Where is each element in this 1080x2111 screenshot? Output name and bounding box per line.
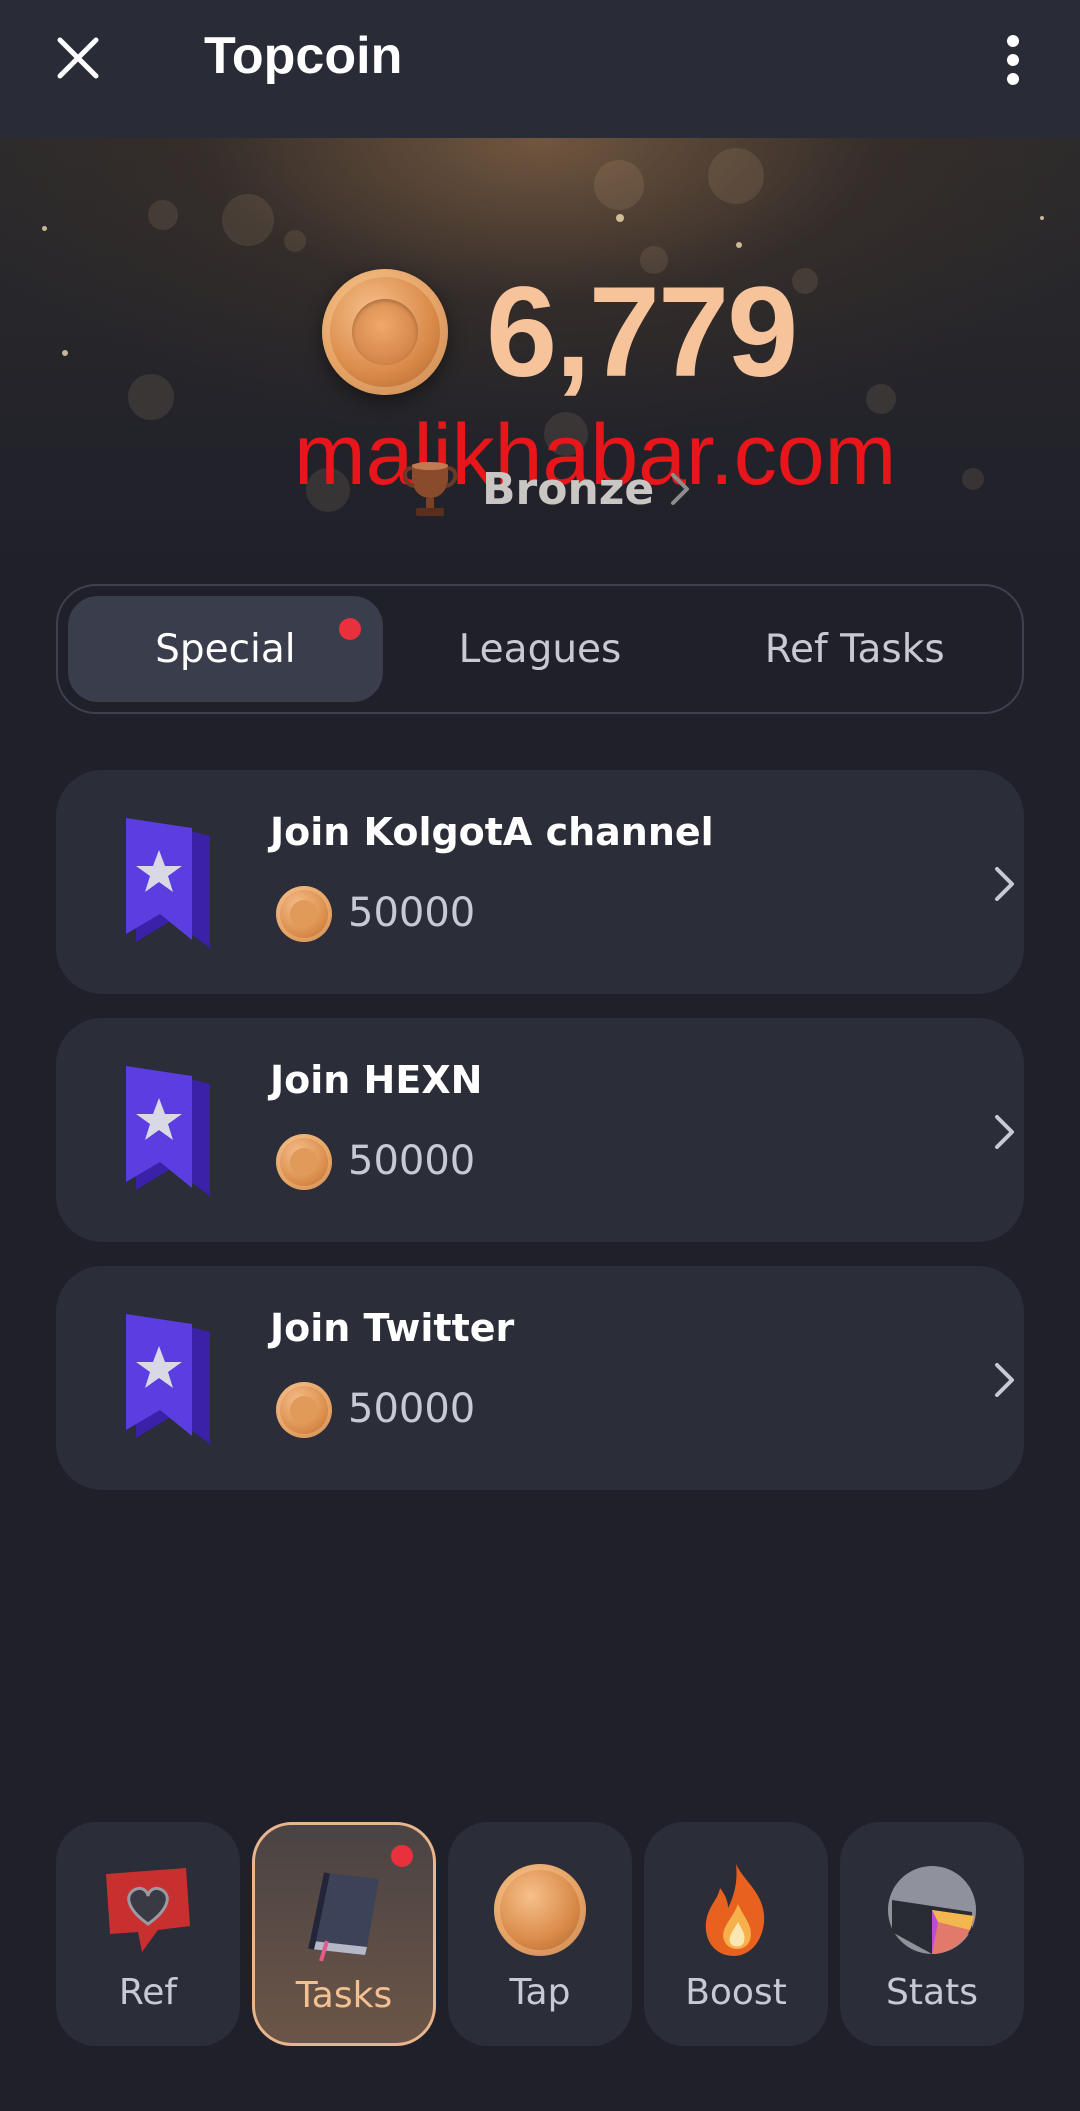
task-reward: 50000	[348, 1138, 476, 1184]
league-link[interactable]: Bronze	[400, 454, 690, 524]
balance-hero: 6,779 malikhabar.com Bronze	[0, 138, 1080, 578]
close-button[interactable]	[50, 30, 106, 86]
task-title: Join HEXN	[270, 1058, 483, 1102]
sparkle-decoration	[42, 226, 47, 231]
bookmark-star-icon	[126, 818, 210, 948]
task-card[interactable]: Join HEXN 50000	[56, 1018, 1024, 1242]
task-title: Join KolgotA channel	[270, 810, 714, 854]
tab-label: Special	[155, 626, 296, 672]
balance-row: 6,779 malikhabar.com	[0, 261, 1080, 504]
tab-leagues[interactable]: Leagues	[383, 596, 698, 702]
bookmark-star-icon	[126, 1066, 210, 1196]
top-bar: Topcoin	[0, 0, 1080, 138]
balance-value: 6,779	[486, 261, 798, 404]
task-tabs: Special Leagues Ref Tasks	[56, 584, 1024, 714]
tab-label: Ref Tasks	[764, 626, 945, 672]
chevron-right-icon	[671, 473, 690, 505]
close-icon	[57, 37, 99, 79]
nav-tasks[interactable]: Tasks	[252, 1822, 436, 2046]
nav-label: Tap	[509, 1972, 571, 2013]
notification-dot	[338, 618, 361, 640]
notification-dot	[391, 1845, 413, 1867]
trophy-icon	[402, 462, 458, 516]
coin-icon	[322, 269, 448, 395]
nav-boost[interactable]: Boost	[644, 1822, 828, 2046]
nav-label: Boost	[685, 1972, 787, 2013]
nav-label: Tasks	[295, 1975, 393, 2016]
sparkle-decoration	[616, 214, 624, 222]
chevron-right-icon	[995, 1363, 1014, 1397]
more-options-button[interactable]	[990, 30, 1036, 90]
tab-ref-tasks[interactable]: Ref Tasks	[697, 596, 1012, 702]
chevron-right-icon	[995, 1115, 1014, 1149]
tab-label: Leagues	[458, 626, 622, 672]
coin-icon	[276, 1382, 332, 1438]
sparkle-decoration	[1040, 216, 1044, 220]
league-label: Bronze	[482, 463, 655, 515]
nav-ref[interactable]: Ref	[56, 1822, 240, 2046]
task-card[interactable]: Join KolgotA channel 50000	[56, 770, 1024, 994]
flame-icon	[705, 1864, 765, 1956]
heart-speech-icon	[106, 1868, 190, 1952]
tab-special[interactable]: Special	[68, 596, 383, 702]
stats-icon	[888, 1866, 976, 1954]
bokeh-decoration	[962, 468, 984, 490]
bokeh-decoration	[594, 160, 644, 210]
coin-icon	[276, 886, 332, 942]
chevron-right-icon	[995, 867, 1014, 901]
task-card[interactable]: Join Twitter 50000	[56, 1266, 1024, 1490]
nav-stats[interactable]: Stats	[840, 1822, 1024, 2046]
coin-icon	[276, 1134, 332, 1190]
bokeh-decoration	[708, 148, 764, 204]
bookmark-star-icon	[126, 1314, 210, 1444]
task-reward: 50000	[348, 890, 476, 936]
app-title: Topcoin	[204, 27, 403, 85]
task-reward: 50000	[348, 1386, 476, 1432]
nav-label: Stats	[886, 1972, 978, 2013]
nav-label: Ref	[118, 1972, 178, 2013]
more-vertical-icon	[1007, 35, 1019, 85]
nav-tap[interactable]: Tap	[448, 1822, 632, 2046]
task-title: Join Twitter	[270, 1306, 515, 1350]
coin-icon	[494, 1864, 586, 1956]
book-icon	[308, 1872, 379, 1962]
bokeh-decoration	[284, 230, 306, 252]
bokeh-decoration	[222, 194, 274, 246]
bokeh-decoration	[148, 200, 178, 230]
sparkle-decoration	[736, 242, 742, 248]
